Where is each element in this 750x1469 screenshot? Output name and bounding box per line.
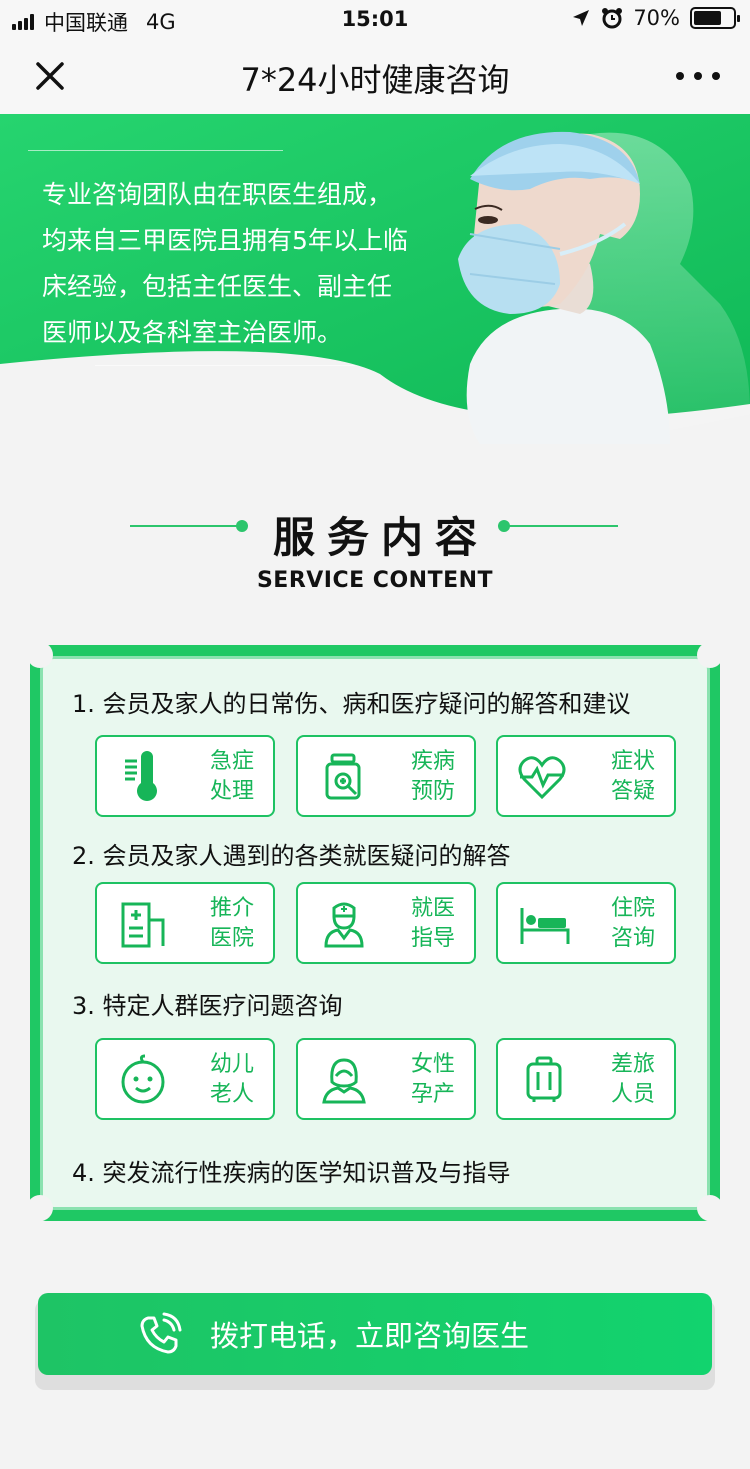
more-icon[interactable] [676,60,720,92]
card-corner-notch [697,1195,723,1221]
woman-icon [322,1058,366,1104]
card-corner-notch [697,642,723,668]
tile-label: 推介 医院 [197,894,267,954]
suitcase-icon [526,1056,562,1102]
thermometer-icon [125,751,157,801]
tile-label: 幼儿 老人 [197,1050,267,1110]
tile-line: 处理 [209,779,254,804]
battery-fill [694,11,721,25]
hero-line: 均来自三甲医院且拥有5年以上临 [42,226,408,255]
status-bar: 中国联通 4G 15:01 70% [0,0,750,38]
tile-emergency[interactable]: 急症 处理 [95,735,275,817]
bed-icon [520,908,570,944]
phone-icon [140,1312,182,1354]
tile-label: 症状 答疑 [598,747,668,807]
tile-line: 症状 [610,749,655,774]
call-doctor-button[interactable]: 拨打电话，立即咨询医生 [38,1293,712,1375]
card-corner-notch [27,1195,53,1221]
tile-label: 急症 处理 [197,747,267,807]
tile-label: 差旅 人员 [598,1050,668,1110]
hero-line: 医师以及各科室主治医师。 [42,318,343,347]
hero-line: 床经验，包括主任医生、副主任 [42,272,393,301]
tile-guidance[interactable]: 就医 指导 [296,882,476,964]
call-button-label: 拨打电话，立即咨询医生 [210,1319,530,1353]
tile-label: 住院 咨询 [598,894,668,954]
tile-label: 就医 指导 [398,894,468,954]
tile-line: 医院 [209,926,254,951]
battery-icon [690,7,740,29]
hero-rule-top [28,150,283,151]
page-title: 7*24小时健康咨询 [240,61,510,99]
hero-banner: 专业咨询团队由在职医生组成， 均来自三甲医院且拥有5年以上临 床经验，包括主任医… [0,114,750,444]
battery-percent: 70% [633,6,680,30]
tile-inpatient[interactable]: 住院 咨询 [496,882,676,964]
tile-symptom[interactable]: 症状 答疑 [496,735,676,817]
service-item-title: 2. 会员及家人遇到的各类就医疑问的解答 [72,842,511,870]
tile-hospital[interactable]: 推介 医院 [95,882,275,964]
service-item-title: 3. 特定人群医疗问题咨询 [72,992,343,1020]
service-item-title: 1. 会员及家人的日常伤、病和医疗疑问的解答和建议 [72,690,631,718]
alarm-clock-icon [602,8,623,29]
baby-face-icon [121,1054,165,1104]
heart-pulse-icon [518,756,566,800]
tile-line: 预防 [410,779,455,804]
tile-line: 孕产 [410,1082,455,1107]
tile-label: 疾病 预防 [398,747,468,807]
card-corner-notch [27,642,53,668]
location-arrow-icon [573,10,590,26]
tile-line: 女性 [410,1052,455,1077]
section-heading: 服务内容 SERVICE CONTENT [0,500,750,610]
hero-line: 专业咨询团队由在职医生组成， [42,180,393,209]
tile-line: 推介 [209,896,254,921]
hero-description: 专业咨询团队由在职医生组成， 均来自三甲医院且拥有5年以上临 床经验，包括主任医… [42,172,422,356]
doctor-icon [324,902,364,948]
tile-line: 幼儿 [209,1052,254,1077]
tile-line: 急症 [209,749,254,774]
section-subtitle: SERVICE CONTENT [256,568,494,593]
tile-line: 咨询 [610,926,655,951]
tile-line: 人员 [610,1082,655,1107]
tile-prevention[interactable]: 疾病 预防 [296,735,476,817]
hero-rule-bottom [95,365,355,366]
tile-travelers[interactable]: 差旅 人员 [496,1038,676,1120]
tile-line: 就医 [410,896,455,921]
service-item-title: 4. 突发流行性疾病的医学知识普及与指导 [72,1159,511,1187]
medicine-bottle-icon [325,753,361,800]
tile-line: 指导 [410,926,455,951]
tile-label: 女性 孕产 [398,1050,468,1110]
tile-line: 答疑 [610,779,655,804]
tile-line: 疾病 [410,749,455,774]
tile-line: 老人 [209,1082,254,1107]
tile-women[interactable]: 女性 孕产 [296,1038,476,1120]
tile-line: 差旅 [610,1052,655,1077]
section-title: 服务内容 [272,513,489,562]
tile-child-elderly[interactable]: 幼儿 老人 [95,1038,275,1120]
nav-bar: 7*24小时健康咨询 [0,38,750,114]
tile-line: 住院 [610,896,655,921]
hospital-icon [121,902,165,948]
